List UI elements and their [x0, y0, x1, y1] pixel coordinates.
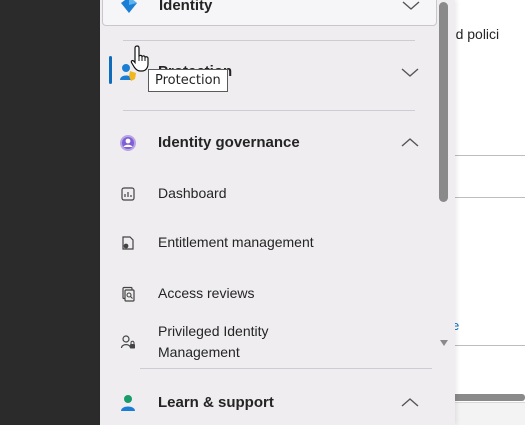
nav-item-label: Entitlement management: [158, 234, 314, 250]
scroll-down-arrow-icon[interactable]: [440, 340, 448, 346]
access-reviews-icon: [118, 284, 138, 304]
separator: [123, 40, 415, 41]
hand-pointer-cursor-icon: [130, 45, 149, 72]
vertical-scrollbar-thumb[interactable]: [439, 2, 448, 202]
nav-group-label: Learn & support: [158, 394, 274, 411]
nav-group-label: Identity governance: [158, 134, 300, 151]
identity-diamond-icon: [119, 0, 139, 15]
nav-item-label-line1: Privileged Identity: [158, 323, 269, 339]
chevron-down-icon: [401, 68, 419, 77]
tooltip: Protection: [148, 69, 228, 92]
separator: [140, 368, 432, 369]
chevron-up-icon: [401, 138, 419, 147]
navigation-panel: Identity Protection Identity governance …: [100, 0, 455, 425]
left-dark-region: [0, 0, 100, 425]
horizontal-scrollbar[interactable]: [452, 394, 525, 401]
nav-item-access-reviews[interactable]: Access reviews: [100, 280, 440, 308]
nav-group-label: Identity: [159, 0, 213, 14]
identity-governance-icon: [118, 133, 138, 153]
nav-item-label: Access reviews: [158, 285, 255, 301]
nav-group-learn-support[interactable]: Learn & support: [100, 388, 440, 418]
nav-group-identity[interactable]: Identity: [102, 0, 437, 26]
learn-support-icon: [118, 393, 138, 413]
nav-item-label-line2: Management: [158, 344, 240, 360]
pim-icon: [118, 332, 138, 352]
nav-group-identity-governance[interactable]: Identity governance: [100, 128, 440, 158]
nav-item-privileged-identity-management[interactable]: Privileged Identity Management: [100, 320, 440, 364]
separator: [123, 110, 415, 111]
entitlement-icon: [118, 233, 138, 253]
chevron-down-icon: [402, 1, 420, 10]
dashboard-icon: [118, 184, 138, 204]
nav-item-label: Dashboard: [158, 185, 227, 201]
nav-item-entitlement-management[interactable]: Entitlement management: [100, 229, 440, 257]
chevron-up-icon: [401, 398, 419, 407]
nav-item-dashboard[interactable]: Dashboard: [100, 180, 440, 208]
